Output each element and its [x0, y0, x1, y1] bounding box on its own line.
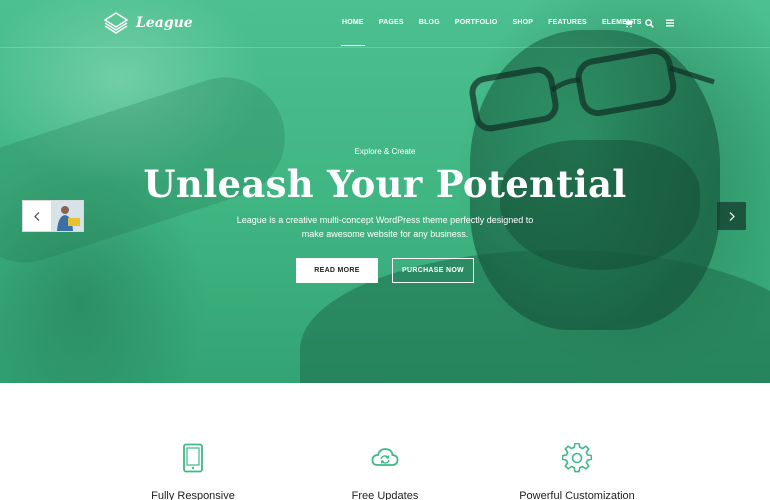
- nav-item-pages[interactable]: PAGES: [379, 18, 404, 28]
- feature-title: Fully Responsive: [151, 490, 235, 500]
- hero-slider: League HOME PAGES BLOG PORTFOLIO SHOP FE…: [0, 0, 770, 383]
- hero-kicker: Explore & Create: [354, 147, 416, 156]
- nav-item-home[interactable]: HOME: [341, 18, 365, 46]
- cart-icon[interactable]: [623, 17, 633, 29]
- nav-item-portfolio[interactable]: PORTFOLIO: [455, 18, 498, 28]
- gear-icon: [562, 443, 592, 473]
- logo-text: League: [136, 15, 193, 31]
- chevron-left-icon: [23, 201, 51, 231]
- tablet-icon: [183, 443, 203, 473]
- layers-logo-icon: [104, 12, 128, 34]
- hero-description: League is a creative multi-concept WordP…: [236, 215, 534, 239]
- logo[interactable]: League: [104, 12, 193, 34]
- feature-title: Powerful Customization: [519, 490, 635, 500]
- search-icon[interactable]: [644, 17, 654, 29]
- nav-item-blog[interactable]: BLOG: [419, 18, 440, 28]
- hero-headline: Unleash Your Potential: [143, 162, 627, 206]
- feature-title: Free Updates: [351, 490, 419, 500]
- chevron-right-icon: [729, 211, 735, 221]
- prev-slide-button[interactable]: [22, 200, 84, 232]
- nav-item-features[interactable]: FEATURES: [548, 18, 587, 28]
- read-more-button[interactable]: READ MORE: [296, 258, 378, 283]
- cloud-sync-icon: [371, 448, 399, 466]
- next-slide-button[interactable]: [717, 202, 746, 230]
- main-menu: HOME PAGES BLOG PORTFOLIO SHOP FEATURES …: [341, 18, 657, 46]
- features-section: Fully Responsive Free Updates Powerful C…: [0, 383, 770, 500]
- nav-icons: [623, 17, 675, 29]
- hero-glasses-shape: [469, 47, 715, 132]
- nav-item-shop[interactable]: SHOP: [512, 18, 533, 28]
- top-nav: League HOME PAGES BLOG PORTFOLIO SHOP FE…: [0, 0, 770, 48]
- prev-slide-thumbnail: [51, 201, 83, 231]
- purchase-now-button[interactable]: PURCHASE NOW: [392, 258, 474, 283]
- menu-icon[interactable]: [665, 17, 675, 29]
